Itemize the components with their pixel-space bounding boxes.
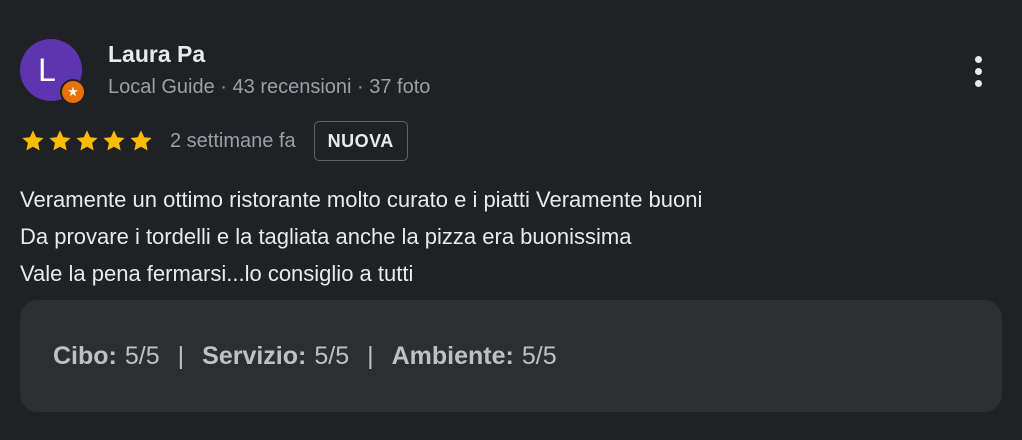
review-text-line: Da provare i tordelli e la tagliata anch… bbox=[20, 224, 632, 249]
new-badge: NUOVA bbox=[313, 121, 408, 161]
rating-separator: | bbox=[367, 341, 374, 370]
rating-separator: | bbox=[177, 341, 185, 370]
more-vert-icon-dot bbox=[974, 55, 982, 63]
star-icon bbox=[130, 130, 152, 151]
star-icon bbox=[49, 130, 71, 151]
more-vert-icon-dot bbox=[974, 79, 982, 87]
review-card: L ★ Laura Pa Local Guide · 43 recensioni… bbox=[0, 0, 1022, 440]
review-date: 2 settimane fa bbox=[170, 129, 296, 152]
author-name[interactable]: Laura Pa bbox=[108, 41, 205, 68]
rating-value-servizio: 5/5 bbox=[314, 341, 350, 370]
star-icon bbox=[76, 130, 98, 151]
rating-label-ambiente: Ambiente: bbox=[391, 341, 514, 370]
rating-value-cibo: 5/5 bbox=[124, 341, 160, 370]
rating-label-servizio: Servizio: bbox=[202, 341, 307, 370]
star-rating bbox=[20, 128, 154, 154]
star-icon bbox=[22, 130, 44, 151]
rating-row: 2 settimane fa NUOVA bbox=[20, 119, 408, 163]
rating-label-cibo: Cibo: bbox=[53, 341, 117, 370]
review-text-line: Vale la pena fermarsi...lo consiglio a t… bbox=[20, 261, 414, 286]
more-options-button[interactable] bbox=[958, 50, 998, 92]
category-ratings: Cibo: 5/5 | Servizio: 5/5 | Ambiente: 5/… bbox=[20, 300, 1002, 412]
author-meta[interactable]: Local Guide · 43 recensioni · 37 foto bbox=[108, 76, 430, 99]
review-text-line: Veramente un ottimo ristorante molto cur… bbox=[20, 187, 703, 212]
local-guide-badge-icon: ★ bbox=[60, 79, 86, 105]
star-icon bbox=[103, 130, 125, 151]
rating-value-ambiente: 5/5 bbox=[521, 341, 557, 370]
review-text: Veramente un ottimo ristorante molto cur… bbox=[20, 181, 1000, 292]
more-vert-icon-dot bbox=[974, 67, 982, 75]
avatar-initial: L bbox=[38, 52, 56, 88]
